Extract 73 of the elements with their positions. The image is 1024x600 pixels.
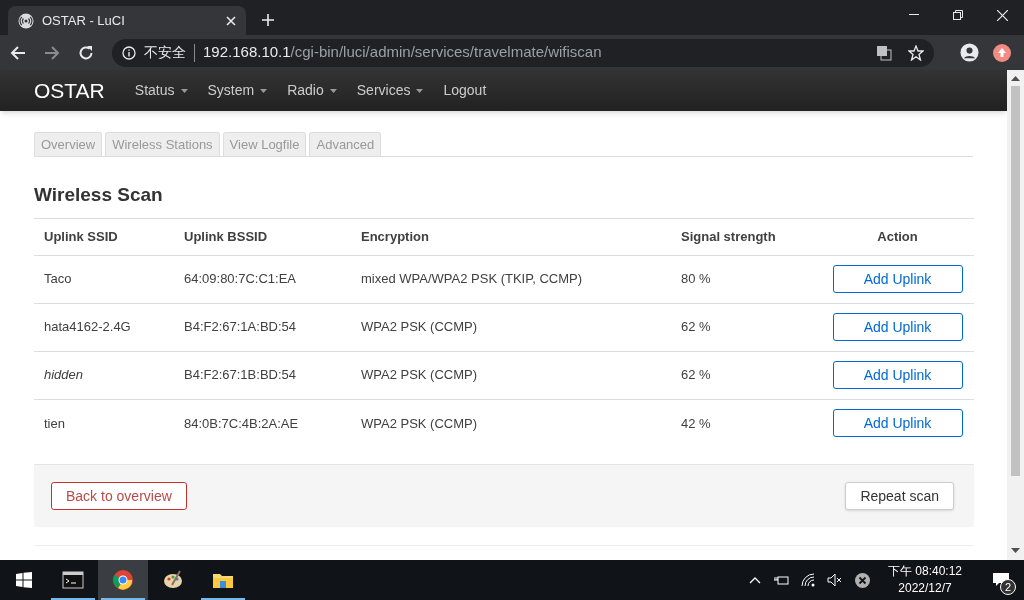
- table-cell: 84:0B:7C:4B:2A:AE: [174, 399, 351, 447]
- nav-menu-item[interactable]: Radio: [287, 80, 337, 101]
- forward-arrow-icon[interactable]: [44, 44, 60, 61]
- terminal-icon[interactable]: [62, 569, 84, 591]
- muted-speaker-icon[interactable]: [826, 573, 843, 587]
- caret-icon: [180, 88, 188, 93]
- update-icon[interactable]: [993, 43, 1011, 62]
- minimize-icon[interactable]: [909, 14, 919, 16]
- new-tab-icon[interactable]: [262, 14, 274, 26]
- table-cell: 42 %: [671, 399, 821, 447]
- scrollbar[interactable]: [1007, 70, 1024, 560]
- close-window-icon[interactable]: [997, 9, 1008, 21]
- windows-start-icon[interactable]: [16, 572, 32, 588]
- caret-icon: [260, 88, 268, 93]
- battery-plug-icon[interactable]: [772, 574, 789, 586]
- close-icon[interactable]: [226, 15, 236, 26]
- browser-tab[interactable]: OSTAR - LuCI: [8, 6, 246, 35]
- column-header: Action: [821, 218, 974, 255]
- restore-icon[interactable]: [953, 10, 963, 20]
- back-button[interactable]: Back to overview: [51, 482, 187, 510]
- reload-icon[interactable]: [78, 44, 94, 61]
- caret-icon: [416, 88, 424, 93]
- nav-menu-item[interactable]: Status: [134, 80, 188, 101]
- chevron-up-icon[interactable]: [748, 576, 761, 584]
- table-cell: 62 %: [671, 303, 821, 351]
- nav-menu-item[interactable]: Services: [356, 80, 424, 101]
- table-cell: Taco: [34, 255, 174, 303]
- scroll-down-icon[interactable]: [1011, 548, 1020, 554]
- browser-icon[interactable]: [112, 569, 134, 591]
- table-cell: WPA2 PSK (CCMP): [351, 303, 671, 351]
- palette-icon[interactable]: [162, 569, 184, 591]
- back-arrow-icon[interactable]: [10, 44, 26, 61]
- table-cell: WPA2 PSK (CCMP): [351, 351, 671, 399]
- info-icon[interactable]: [122, 45, 136, 60]
- address-bar[interactable]: 不安全 192.168.10.1/cgi-bin/luci/admin/services/travelmate/wifiscan: [112, 38, 934, 67]
- translate-icon[interactable]: [876, 44, 892, 61]
- add-uplink-button[interactable]: Add Uplink: [832, 409, 963, 438]
- table-cell: tien: [34, 399, 174, 447]
- url-path: /cgi-bin/luci/admin/services/travelmate/wifiscan: [290, 43, 602, 61]
- scroll-up-icon[interactable]: [1011, 76, 1020, 82]
- tab-title: OSTAR - LuCI: [42, 11, 126, 30]
- caret-icon: [329, 88, 337, 93]
- brand-logo[interactable]: OSTAR: [34, 74, 105, 107]
- clock-time[interactable]: 下午 08:40:12: [887, 563, 962, 580]
- column-header: Encryption: [351, 218, 671, 255]
- wireless-icon: [18, 12, 34, 29]
- notification-count: 2: [1000, 579, 1016, 595]
- column-header: Uplink SSID: [34, 218, 174, 255]
- security-label: 不安全: [144, 43, 186, 62]
- add-uplink-button[interactable]: Add Uplink: [832, 313, 963, 341]
- table-cell: 64:09:80:7C:C1:EA: [174, 255, 351, 303]
- table-cell: B4:F2:67:1A:BD:54: [174, 303, 351, 351]
- table-cell: B4:F2:67:1B:BD:54: [174, 351, 351, 399]
- table-cell: hata4162-2.4G: [34, 303, 174, 351]
- table-cell: hidden: [34, 351, 174, 399]
- table-cell: WPA2 PSK (CCMP): [351, 399, 671, 447]
- wifi-icon[interactable]: [800, 573, 815, 587]
- url-host: 192.168.10.1: [203, 43, 291, 61]
- section-title: Wireless Scan: [34, 183, 164, 207]
- close-circle-icon[interactable]: [854, 572, 870, 588]
- add-uplink-button[interactable]: Add Uplink: [832, 265, 963, 293]
- star-icon[interactable]: [908, 44, 924, 61]
- nav-menu-item[interactable]: System: [207, 80, 268, 101]
- column-header: Uplink BSSID: [174, 218, 351, 255]
- repeat-scan-button[interactable]: Repeat scan: [845, 482, 954, 510]
- clock-date[interactable]: 2022/12/7: [898, 580, 952, 597]
- table-cell: 80 %: [671, 255, 821, 303]
- table-cell: 62 %: [671, 351, 821, 399]
- profile-icon[interactable]: [960, 43, 979, 62]
- add-uplink-button[interactable]: Add Uplink: [832, 361, 963, 389]
- nav-menu-item[interactable]: Logout: [443, 80, 487, 101]
- table-cell: mixed WPA/WPA2 PSK (TKIP, CCMP): [351, 255, 671, 303]
- column-header: Signal strength: [671, 218, 821, 255]
